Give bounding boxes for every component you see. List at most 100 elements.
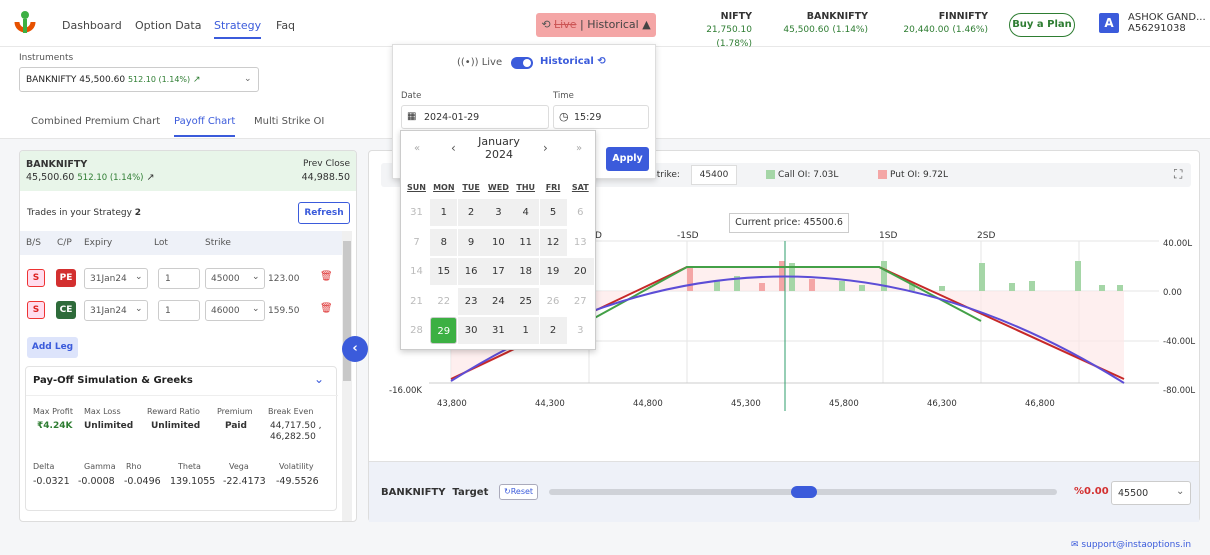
call-oi-legend[interactable]: Call OI: 7.03L — [778, 170, 838, 180]
instaoptions-logo[interactable] — [14, 10, 36, 36]
greek-label: Vega — [229, 462, 249, 471]
nifty-ticker[interactable]: NIFTY 21,750.10 (1.78%) — [672, 10, 752, 51]
calendar-day[interactable]: 29 — [430, 317, 458, 344]
time-input[interactable]: ◷ 15:29 — [553, 105, 649, 129]
put-oi-legend[interactable]: Put OI: 9.72L — [890, 170, 948, 180]
calendar-day[interactable]: 1 — [512, 317, 540, 344]
instrument-select[interactable]: BANKNIFTY 45,500.60 512.10 (1.14%) ↗ ⌄ — [19, 67, 259, 92]
calendar-day[interactable]: 26 — [539, 287, 567, 315]
calendar-day[interactable]: 5 — [539, 199, 567, 226]
calendar-year[interactable]: 2024 — [471, 148, 527, 161]
calendar-day[interactable]: 9 — [457, 228, 485, 256]
reset-icon: ↻ — [504, 487, 511, 496]
strike-select[interactable]: 45000 ⌄ — [205, 268, 265, 289]
calendar-day[interactable]: 22 — [430, 287, 458, 315]
nav-faq[interactable]: Faq — [276, 19, 295, 32]
banknifty-ticker[interactable]: BANKNIFTY 45,500.60 (1.14%) — [780, 10, 868, 37]
live-historical-switch[interactable] — [511, 57, 533, 69]
target-value-select[interactable]: 45500 ⌄ — [1111, 481, 1191, 505]
chevron-down-icon[interactable]: ⌄ — [314, 372, 324, 386]
calendar-day[interactable]: 31 — [484, 317, 512, 344]
y-right-tick: -40.00L — [1163, 337, 1196, 347]
calendar-day[interactable]: 23 — [457, 287, 485, 315]
tab-combined-premium-chart[interactable]: Combined Premium Chart — [31, 116, 160, 127]
scrollbar[interactable] — [342, 231, 352, 521]
calendar-day[interactable]: 3 — [566, 317, 594, 344]
nav-dashboard[interactable]: Dashboard — [62, 19, 122, 32]
x-tick: 44,300 — [535, 399, 565, 409]
nav-option-data[interactable]: Option Data — [135, 19, 201, 32]
nav-strategy[interactable]: Strategy — [214, 19, 262, 39]
stat-value: ₹4.24K — [37, 421, 73, 431]
target-slider-handle[interactable] — [791, 486, 817, 498]
trash-icon[interactable]: 🗑 — [320, 303, 333, 314]
calendar-day[interactable]: 6 — [566, 199, 594, 226]
calendar-day[interactable]: 3 — [484, 199, 512, 226]
lot-input[interactable]: 1 — [158, 300, 200, 321]
buy-plan-button[interactable]: Buy a Plan — [1009, 13, 1075, 37]
calendar-day[interactable]: 16 — [457, 258, 485, 285]
calendar-day[interactable]: 18 — [512, 258, 540, 285]
sell-toggle-button[interactable]: S — [27, 301, 45, 319]
calendar-day[interactable]: 7 — [403, 228, 430, 256]
calendar-day[interactable]: 11 — [512, 228, 540, 256]
support-link[interactable]: ✉ support@instaoptions.in — [1071, 540, 1191, 550]
stat-label: Break Even — [268, 407, 314, 416]
calendar-day[interactable]: 24 — [484, 287, 512, 315]
call-type-button[interactable]: CE — [56, 301, 76, 319]
prev-close-label: Prev Close — [302, 159, 350, 169]
greek-label: Gamma — [84, 462, 116, 471]
prev-close-value: 44,988.50 — [301, 172, 350, 183]
live-historical-toggle-button[interactable]: ⟲ Live | Historical ▲ — [536, 13, 656, 37]
up-arrow-icon: ↗ — [193, 75, 201, 85]
avatar[interactable]: A — [1099, 13, 1119, 33]
collapse-panel-button[interactable]: ‹ — [342, 336, 368, 362]
calendar-day[interactable]: 12 — [539, 228, 567, 256]
strike-value-box[interactable]: 45400 — [691, 165, 737, 185]
calendar-day[interactable]: 17 — [484, 258, 512, 285]
calendar-day[interactable]: 13 — [566, 228, 594, 256]
calendar-month[interactable]: January — [471, 135, 527, 148]
calendar-day[interactable]: 27 — [566, 287, 594, 315]
ticker-value: 45,500.60 — [783, 25, 830, 35]
apply-button[interactable]: Apply — [606, 147, 649, 171]
calendar-day[interactable]: 21 — [403, 287, 430, 315]
chevron-left-icon[interactable]: ‹ — [451, 141, 456, 155]
strike-select[interactable]: 46000 ⌄ — [205, 300, 265, 321]
calendar-day[interactable]: 14 — [403, 258, 430, 285]
lot-input[interactable]: 1 — [158, 268, 200, 289]
finnifty-ticker[interactable]: FINNIFTY 20,440.00 (1.46%) — [900, 10, 988, 37]
trash-icon[interactable]: 🗑 — [320, 271, 333, 282]
calendar-day[interactable]: 2 — [457, 199, 485, 226]
calendar-day[interactable]: 19 — [539, 258, 567, 285]
reset-button[interactable]: ↻Reset — [499, 484, 539, 500]
calendar-day[interactable]: 4 — [512, 199, 540, 226]
put-type-button[interactable]: PE — [56, 269, 76, 287]
chevron-right-icon[interactable]: › — [543, 141, 548, 155]
calendar-day[interactable]: 2 — [539, 317, 567, 344]
trades-count: 2 — [134, 208, 142, 218]
user-info[interactable]: ASHOK GAND... A56291038 — [1128, 12, 1206, 34]
calendar-day[interactable]: 30 — [457, 317, 485, 344]
broadcast-icon: ((•)) — [457, 57, 479, 68]
fullscreen-icon[interactable]: ⛶ — [1174, 167, 1182, 182]
calendar-day[interactable]: 10 — [484, 228, 512, 256]
expiry-select[interactable]: 31Jan24 ⌄ — [84, 300, 148, 321]
double-chevron-left-icon[interactable]: « — [414, 143, 420, 154]
tab-payoff-chart[interactable]: Payoff Chart — [174, 116, 236, 137]
double-chevron-right-icon[interactable]: » — [576, 143, 582, 154]
sell-toggle-button[interactable]: S — [27, 269, 45, 287]
greek-label: Delta — [33, 462, 55, 471]
add-leg-button[interactable]: Add Leg — [27, 337, 78, 358]
calendar-day[interactable]: 31 — [403, 199, 430, 226]
date-input[interactable]: ▦ 2024-01-29 — [401, 105, 549, 129]
calendar-day[interactable]: 8 — [430, 228, 458, 256]
refresh-button[interactable]: Refresh — [298, 202, 350, 224]
calendar-day[interactable]: 20 — [566, 258, 594, 285]
calendar-day[interactable]: 15 — [430, 258, 458, 285]
tab-multi-strike-oi[interactable]: Multi Strike OI — [254, 116, 324, 127]
calendar-day[interactable]: 1 — [430, 199, 458, 226]
calendar-day[interactable]: 25 — [512, 287, 540, 315]
calendar-day[interactable]: 28 — [403, 317, 430, 344]
expiry-select[interactable]: 31Jan24 ⌄ — [84, 268, 148, 289]
